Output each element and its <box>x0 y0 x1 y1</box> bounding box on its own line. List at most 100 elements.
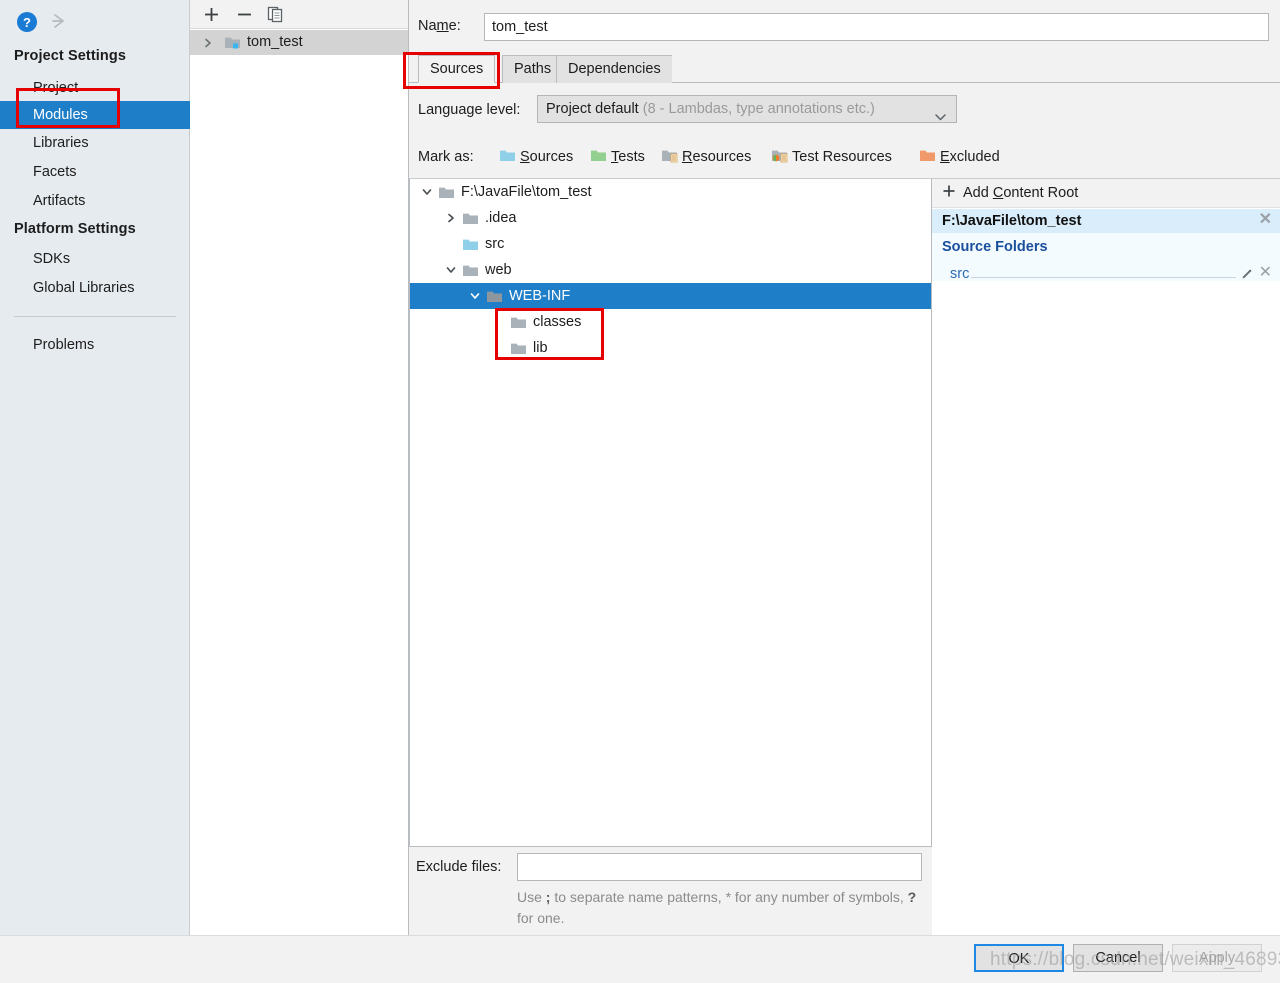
content-root-path-row[interactable]: F:\JavaFile\tom_test ✕ <box>932 209 1280 233</box>
source-folders-title: Source Folders <box>942 239 1048 255</box>
copy-module-icon[interactable] <box>264 3 288 26</box>
folder-icon <box>438 185 455 200</box>
exclude-hint-question: ? <box>907 889 917 905</box>
sidebar-item-project[interactable]: Project <box>0 74 190 102</box>
sidebar-item-label: Modules <box>33 107 88 123</box>
tree-row-label: F:\JavaFile\tom_test <box>461 184 592 200</box>
chevron-down-icon[interactable] <box>440 264 462 276</box>
source-folder-row[interactable]: src ✕ <box>932 263 1280 285</box>
sidebar-item-label: SDKs <box>33 251 71 267</box>
tree-row[interactable]: web <box>410 257 931 283</box>
mark-as-test-resources-button[interactable]: Test Resources <box>771 146 892 168</box>
tree-row-label: web <box>485 262 512 278</box>
tab-sources[interactable]: Sources <box>418 55 496 83</box>
arrow-right-icon[interactable] <box>46 8 72 34</box>
mark-as-resources-button[interactable]: Resources <box>661 146 751 168</box>
sidebar-item-artifacts[interactable]: Artifacts <box>0 187 190 215</box>
folder-sources-icon <box>462 237 479 252</box>
module-list-item-tom-test[interactable]: tom_test <box>190 30 408 55</box>
tab-dependencies[interactable]: Dependencies <box>556 55 673 83</box>
mark-as-sources-button[interactable]: Sources <box>499 146 573 168</box>
folder-sources-icon <box>499 148 516 167</box>
sidebar-item-label: Facets <box>33 164 77 180</box>
sidebar-item-modules[interactable]: Modules <box>0 101 190 129</box>
source-folder-name: src <box>950 266 970 282</box>
folder-icon <box>486 289 503 304</box>
folder-icon <box>462 211 479 226</box>
folder-icon <box>462 263 479 278</box>
chevron-right-icon[interactable] <box>440 212 462 224</box>
tab-filler <box>672 55 1280 82</box>
mark-as-label-test-resources: Test Resources <box>792 149 892 165</box>
sidebar-item-global-libraries[interactable]: Global Libraries <box>0 274 190 302</box>
module-name-label: Name: <box>418 18 461 34</box>
cancel-button[interactable]: Cancel <box>1073 944 1163 972</box>
exclude-hint-mid: to separate name patterns, * for any num… <box>550 889 908 905</box>
language-level-label: Language level: <box>418 102 521 118</box>
tree-row[interactable]: .idea <box>410 205 931 231</box>
source-folders-section: Source Folders src ✕ <box>932 233 1280 282</box>
content-root-path: F:\JavaFile\tom_test <box>942 213 1082 229</box>
close-icon[interactable]: ✕ <box>1259 265 1272 281</box>
chevron-down-icon[interactable] <box>934 105 947 131</box>
module-list-item-label: tom_test <box>247 34 303 50</box>
remove-module-button[interactable] <box>232 3 256 26</box>
exclude-files-input[interactable] <box>517 853 922 881</box>
tree-row-label: WEB-INF <box>509 288 571 304</box>
add-content-root-button[interactable]: Add Content Root <box>932 179 1280 208</box>
settings-sidebar: Project Settings Project Modules Librari… <box>0 0 190 935</box>
sidebar-group-platform-settings: Platform Settings <box>14 221 136 237</box>
help-circle-icon[interactable]: ? <box>16 11 38 36</box>
sidebar-item-libraries[interactable]: Libraries <box>0 129 190 157</box>
ok-button[interactable]: OK <box>974 944 1064 972</box>
sidebar-item-label: Global Libraries <box>33 280 135 296</box>
tree-row-label: classes <box>533 314 582 330</box>
sidebar-item-problems[interactable]: Problems <box>0 331 190 359</box>
chevron-down-icon[interactable] <box>416 186 438 198</box>
add-module-button[interactable] <box>199 3 223 26</box>
language-level-row: Language level: Project default (8 - Lam… <box>409 95 1280 127</box>
exclude-hint-suffix: for one. <box>517 910 565 926</box>
exclude-files-hint: Use ; to separate name patterns, * for a… <box>517 887 917 929</box>
folder-test-resources-icon <box>771 148 788 167</box>
tree-row-label: .idea <box>485 210 517 226</box>
module-name-input[interactable] <box>484 13 1269 41</box>
chevron-down-icon[interactable] <box>464 290 486 302</box>
module-name-row: Name: <box>409 0 1280 54</box>
sidebar-item-facets[interactable]: Facets <box>0 158 190 186</box>
tree-row-selected[interactable]: WEB-INF <box>410 283 931 309</box>
tab-label: Dependencies <box>568 61 661 77</box>
project-structure-dialog: Project Settings Project Modules Librari… <box>0 0 1280 983</box>
module-list-panel: tom_test <box>190 0 409 935</box>
tab-label: Paths <box>514 61 552 77</box>
pencil-icon[interactable] <box>1240 267 1254 281</box>
mark-as-label: Mark as: <box>418 149 474 165</box>
language-level-combo[interactable]: Project default (8 - Lambdas, type annot… <box>537 95 957 123</box>
language-level-detail: (8 - Lambdas, type annotations etc.) <box>642 101 875 117</box>
mark-as-excluded-button[interactable]: Excluded <box>919 146 1000 168</box>
tree-row[interactable]: src <box>410 231 931 257</box>
exclude-files-section: Exclude files: Use ; to separate name pa… <box>409 848 932 935</box>
close-icon[interactable]: ✕ <box>1259 212 1272 228</box>
module-list-toolbar <box>190 0 408 29</box>
mark-as-label-excluded: Excluded <box>940 149 1000 165</box>
plus-icon <box>942 184 956 202</box>
mark-as-tests-button[interactable]: Tests <box>590 146 645 168</box>
folder-icon <box>510 341 527 356</box>
content-tree-pane[interactable]: F:\JavaFile\tom_test .idea src web WEB-I… <box>409 178 932 847</box>
tab-paths[interactable]: Paths <box>502 55 564 83</box>
apply-button-label: Apply <box>1198 950 1236 966</box>
exclude-hint-prefix: Use <box>517 889 546 905</box>
module-editor-panel: Name: Sources Paths Dependencies Languag… <box>409 0 1280 935</box>
folder-icon <box>510 315 527 330</box>
sidebar-item-sdks[interactable]: SDKs <box>0 245 190 273</box>
tree-row[interactable]: classes <box>410 309 931 335</box>
chevron-right-icon[interactable] <box>202 37 218 49</box>
tree-row[interactable]: F:\JavaFile\tom_test <box>410 179 931 205</box>
tree-row[interactable]: lib <box>410 335 931 361</box>
tab-label: Sources <box>430 61 484 77</box>
mark-as-label-sources: Sources <box>520 149 574 165</box>
sidebar-divider <box>14 316 176 317</box>
apply-button: Apply <box>1172 944 1262 972</box>
content-root-pane: Add Content Root F:\JavaFile\tom_test ✕ … <box>932 178 1280 935</box>
